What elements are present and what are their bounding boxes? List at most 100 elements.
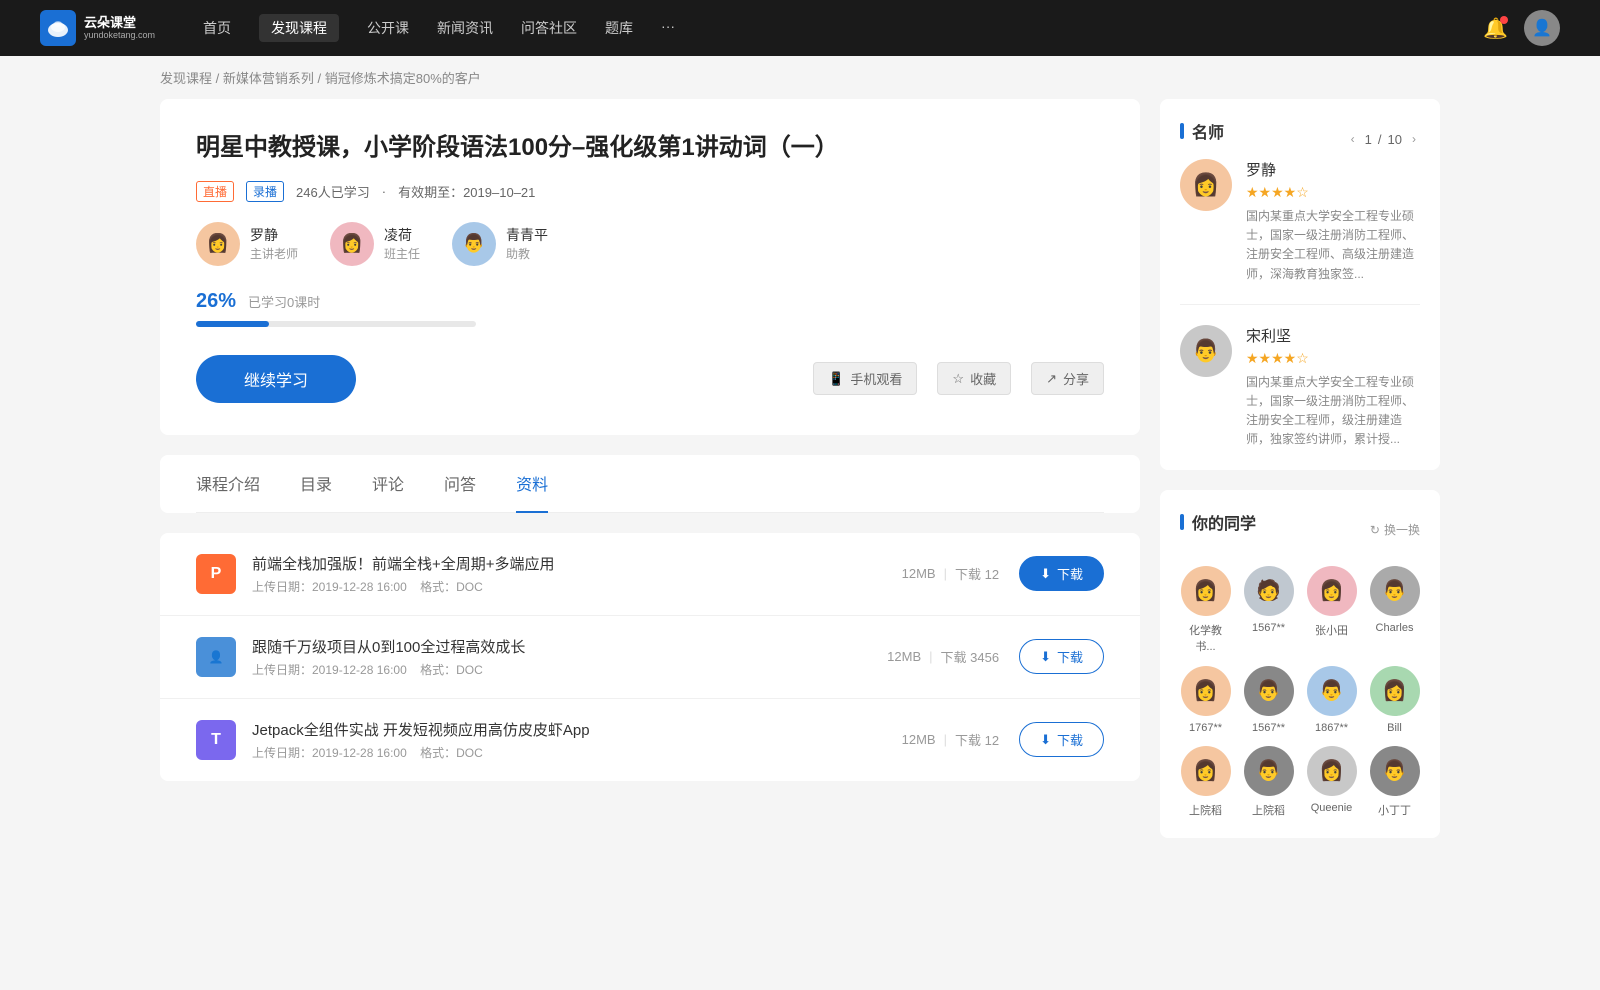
mobile-watch-button[interactable]: 📱 手机观看: [813, 362, 917, 395]
notification-bell[interactable]: 🔔: [1483, 16, 1508, 41]
classmate-7-avatar[interactable]: 👩: [1370, 666, 1420, 716]
teacher-2: 👨 青青平 助教: [452, 222, 548, 266]
classmate-0: 👩 化学教书...: [1180, 566, 1231, 654]
classmate-10: 👩 Queenie: [1306, 746, 1357, 818]
content-left: 明星中教授课，小学阶段语法100分–强化级第1讲动词（一） 直播 录播 246人…: [160, 99, 1140, 858]
tab-review[interactable]: 评论: [372, 455, 404, 513]
classmate-5: 👨 1567**: [1243, 666, 1294, 734]
refresh-button[interactable]: ↻ 换一换: [1370, 521, 1420, 538]
classmate-3-avatar[interactable]: 👨: [1370, 566, 1420, 616]
classmate-9-name: 上院稻: [1252, 802, 1285, 818]
share-button[interactable]: ↗ 分享: [1031, 362, 1104, 395]
nav-items: 首页 发现课程 公开课 新闻资讯 问答社区 题库 ···: [203, 14, 1451, 42]
teacher-1-role: 班主任: [384, 245, 420, 262]
classmate-4: 👩 1767**: [1180, 666, 1231, 734]
material-item-2: T Jetpack全组件实战 开发短视频应用高仿皮皮虾App 上传日期：2019…: [160, 699, 1140, 781]
materials-list: P 前端全栈加强版！前端全栈+全周期+多端应用 上传日期：2019-12-28 …: [160, 533, 1140, 781]
classmate-7: 👩 Bill: [1369, 666, 1420, 734]
teacher-2-avatar: 👨: [452, 222, 496, 266]
collect-icon: ☆: [952, 371, 964, 387]
sidebar-teacher-1-stars: ★★★★☆: [1246, 350, 1420, 367]
classmate-9-avatar[interactable]: 👨: [1244, 746, 1294, 796]
download-btn-0[interactable]: ⬇ 下载: [1019, 556, 1104, 591]
sidebar-teacher-1-name: 宋利坚: [1246, 325, 1420, 346]
sidebar-teacher-0-info: 罗静 ★★★★☆ 国内某重点大学安全工程专业硕士，国家一级注册消防工程师、注册安…: [1246, 159, 1420, 284]
classmate-5-avatar[interactable]: 👨: [1244, 666, 1294, 716]
mat-info-0: 前端全栈加强版！前端全栈+全周期+多端应用 上传日期：2019-12-28 16…: [252, 553, 902, 595]
classmate-11: 👨 小丁丁: [1369, 746, 1420, 818]
classmate-3-name: Charles: [1376, 622, 1414, 634]
course-card: 明星中教授课，小学阶段语法100分–强化级第1讲动词（一） 直播 录播 246人…: [160, 99, 1140, 435]
classmate-5-name: 1567**: [1252, 722, 1285, 734]
mat-title-0: 前端全栈加强版！前端全栈+全周期+多端应用: [252, 553, 902, 574]
teacher-1: 👩 凌荷 班主任: [330, 222, 420, 266]
classmate-8-avatar[interactable]: 👩: [1181, 746, 1231, 796]
nav-home[interactable]: 首页: [203, 14, 231, 42]
classmates-grid: 👩 化学教书... 🧑 1567** 👩 张小田 👨 Charles 👩: [1180, 566, 1420, 818]
mat-title-2: Jetpack全组件实战 开发短视频应用高仿皮皮虾App: [252, 719, 902, 740]
classmate-7-name: Bill: [1387, 722, 1402, 734]
breadcrumb-series[interactable]: 新媒体营销系列: [223, 71, 314, 86]
mat-stats-2: 12MB | 下载 12: [902, 730, 999, 749]
logo-icon: [44, 14, 72, 42]
collect-button[interactable]: ☆ 收藏: [937, 362, 1011, 395]
nav-open[interactable]: 公开课: [367, 14, 409, 42]
teacher-0: 👩 罗静 主讲老师: [196, 222, 298, 266]
download-label-0: 下载: [1057, 564, 1083, 583]
classmate-9: 👨 上院稻: [1243, 746, 1294, 818]
progress-section: 26% 已学习0课时: [196, 290, 1104, 327]
teacher-1-avatar: 👩: [330, 222, 374, 266]
classmate-2-avatar[interactable]: 👩: [1307, 566, 1357, 616]
nav-quiz[interactable]: 题库: [605, 14, 633, 42]
page-next-btn[interactable]: ›: [1408, 130, 1420, 148]
sidebar-teacher-1: 👨 宋利坚 ★★★★☆ 国内某重点大学安全工程专业硕士，国家一级注册消防工程师、…: [1180, 325, 1420, 450]
tab-qa[interactable]: 问答: [444, 455, 476, 513]
tab-catalog[interactable]: 目录: [300, 455, 332, 513]
mat-meta-1: 上传日期：2019-12-28 16:00 格式：DOC: [252, 661, 887, 678]
page-prev-btn[interactable]: ‹: [1347, 130, 1359, 148]
sidebar-teacher-0-name: 罗静: [1246, 159, 1420, 180]
download-btn-2[interactable]: ⬇ 下载: [1019, 722, 1104, 757]
sidebar-right: 名师 ‹ 1 / 10 › 👩 罗静 ★★★★☆ 国内某重点大学安全工程专业硕士…: [1160, 99, 1440, 858]
tabs-card: 课程介绍 目录 评论 问答 资料: [160, 455, 1140, 513]
continue-button[interactable]: 继续学习: [196, 355, 356, 403]
nav-discover[interactable]: 发现课程: [259, 14, 339, 42]
download-btn-1[interactable]: ⬇ 下载: [1019, 639, 1104, 674]
breadcrumb: 发现课程 / 新媒体营销系列 / 销冠修炼术搞定80%的客户: [0, 56, 1600, 99]
breadcrumb-current: 销冠修炼术搞定80%的客户: [325, 71, 481, 86]
classmate-4-avatar[interactable]: 👩: [1181, 666, 1231, 716]
classmate-11-avatar[interactable]: 👨: [1370, 746, 1420, 796]
classmate-4-name: 1767**: [1189, 722, 1222, 734]
navbar: 云朵课堂 yundoketang.com 首页 发现课程 公开课 新闻资讯 问答…: [0, 0, 1600, 56]
user-avatar-nav[interactable]: 👤: [1524, 10, 1560, 46]
classmate-6: 👨 1867**: [1306, 666, 1357, 734]
classmate-3: 👨 Charles: [1369, 566, 1420, 654]
nav-more[interactable]: ···: [661, 14, 675, 42]
share-icon: ↗: [1046, 371, 1057, 387]
notification-dot: [1500, 16, 1508, 24]
classmate-8: 👩 上院稻: [1180, 746, 1231, 818]
classmate-6-avatar[interactable]: 👨: [1307, 666, 1357, 716]
mat-icon-1: 👤: [196, 637, 236, 677]
tab-intro[interactable]: 课程介绍: [196, 455, 260, 513]
breadcrumb-discover[interactable]: 发现课程: [160, 71, 212, 86]
action-buttons: 📱 手机观看 ☆ 收藏 ↗ 分享: [813, 362, 1104, 395]
tab-materials[interactable]: 资料: [516, 455, 548, 513]
mat-stats-1: 12MB | 下载 3456: [887, 647, 999, 666]
classmate-1-avatar[interactable]: 🧑: [1244, 566, 1294, 616]
sidebar-teacher-0: 👩 罗静 ★★★★☆ 国内某重点大学安全工程专业硕士，国家一级注册消防工程师、注…: [1180, 159, 1420, 305]
teacher-0-avatar: 👩: [196, 222, 240, 266]
mat-info-2: Jetpack全组件实战 开发短视频应用高仿皮皮虾App 上传日期：2019-1…: [252, 719, 902, 761]
progress-bar-bg: [196, 321, 476, 327]
sidebar-teacher-1-avatar: 👨: [1180, 325, 1232, 377]
main-container: 明星中教授课，小学阶段语法100分–强化级第1讲动词（一） 直播 录播 246人…: [0, 99, 1600, 898]
material-item-1: 👤 跟随千万级项目从0到100全过程高效成长 上传日期：2019-12-28 1…: [160, 616, 1140, 699]
logo-box: [40, 10, 76, 46]
classmate-0-avatar[interactable]: 👩: [1181, 566, 1231, 616]
classmate-10-name: Queenie: [1311, 802, 1353, 814]
logo[interactable]: 云朵课堂 yundoketang.com: [40, 10, 155, 46]
nav-qa[interactable]: 问答社区: [521, 14, 577, 42]
mat-title-1: 跟随千万级项目从0到100全过程高效成长: [252, 636, 887, 657]
classmate-10-avatar[interactable]: 👩: [1307, 746, 1357, 796]
nav-news[interactable]: 新闻资讯: [437, 14, 493, 42]
